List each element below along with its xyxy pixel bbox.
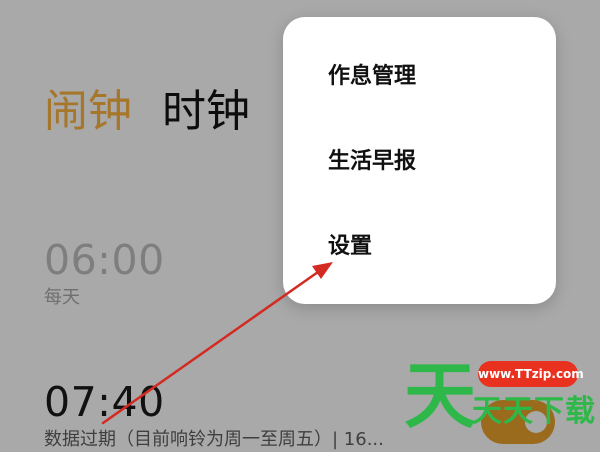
alarm-item-0740[interactable]: 07:40 数据过期（目前响铃为周一至周五）| 16...: [44, 378, 384, 452]
tab-clock[interactable]: 时钟: [162, 84, 250, 140]
alarm-time: 06:00: [44, 236, 165, 284]
alarm-toggle-0740[interactable]: [481, 400, 555, 444]
alarm-item-0600[interactable]: 06:00 每天: [44, 236, 165, 310]
watermark-logo: 天: [404, 354, 477, 438]
overflow-menu: 作息管理 生活早报 设置: [283, 17, 556, 304]
menu-item-daily-report[interactable]: 生活早报: [328, 147, 416, 177]
tab-bar: 闹钟 时钟: [44, 84, 250, 140]
alarm-time: 07:40: [44, 378, 165, 426]
watermark-url: www.TTzip.com: [478, 361, 584, 387]
menu-item-settings[interactable]: 设置: [328, 232, 372, 262]
toggle-knob: [525, 411, 547, 433]
tab-alarm[interactable]: 闹钟: [44, 84, 132, 140]
alarm-repeat: 每天: [44, 287, 80, 308]
alarm-repeat: 数据过期（目前响铃为周一至周五）| 16...: [44, 429, 384, 450]
menu-item-schedule[interactable]: 作息管理: [328, 62, 416, 92]
